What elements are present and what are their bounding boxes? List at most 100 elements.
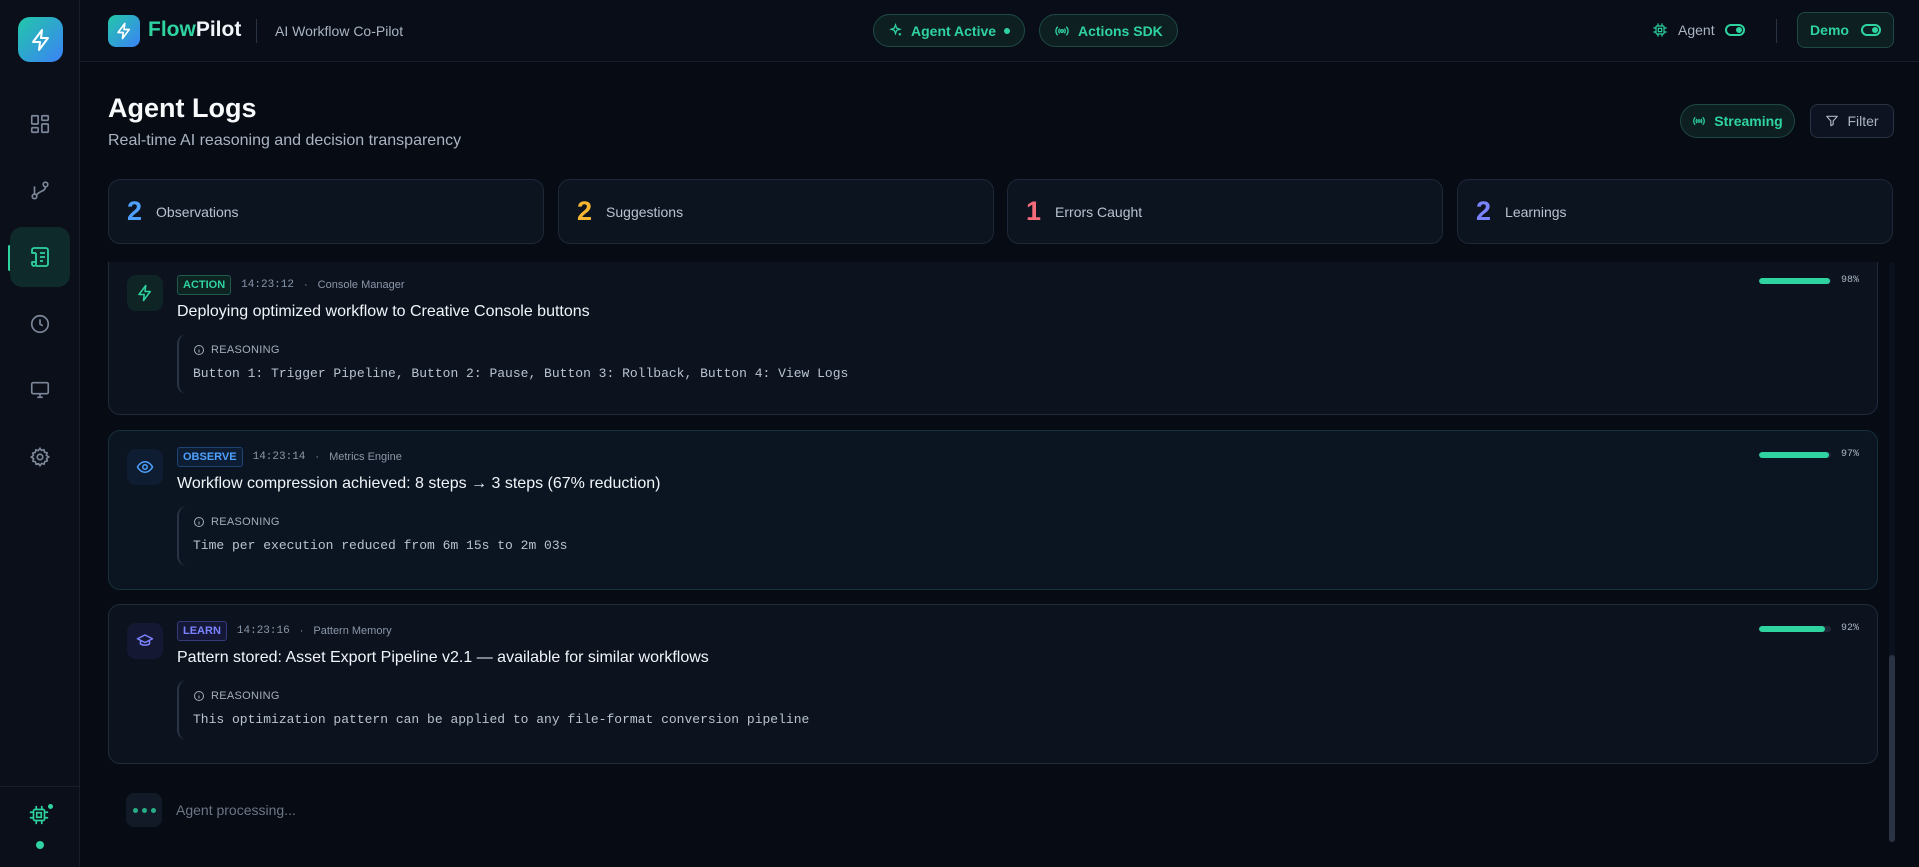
typing-dots-icon (126, 793, 162, 827)
confidence-value: 92% (1840, 623, 1859, 634)
stat-card-learnings[interactable]: 2 Learnings (1457, 179, 1893, 244)
streaming-label: Streaming (1714, 113, 1783, 129)
broadcast-icon (1693, 116, 1706, 126)
confidence-fill (1758, 625, 1826, 632)
filter-button[interactable]: Filter (1810, 104, 1894, 138)
sidebar (0, 0, 80, 867)
log-source: Console Manager (317, 279, 405, 291)
agent-active-pill[interactable]: Agent Active (873, 14, 1026, 47)
header-divider (1776, 19, 1777, 43)
reasoning-block: REASONING Button 1: Trigger Pipeline, Bu… (177, 334, 1827, 394)
log-icon-box (127, 275, 163, 311)
confidence-meter: 98% (1758, 275, 1859, 286)
info-icon (194, 345, 204, 355)
stat-card-suggestions[interactable]: 2 Suggestions (558, 179, 994, 244)
sidebar-item-settings[interactable] (10, 427, 70, 487)
sidebar-item-history[interactable] (10, 294, 70, 354)
agent-toggle[interactable]: Agent (1652, 22, 1745, 38)
stat-label: Errors Caught (1055, 203, 1143, 220)
lightning-icon (117, 22, 131, 40)
stat-count: 2 (1476, 196, 1492, 226)
lightning-icon (138, 284, 151, 302)
gear-icon (29, 446, 51, 468)
brand-logo[interactable] (108, 15, 140, 47)
monitor-icon (30, 381, 50, 399)
log-time: 14:23:14 (252, 451, 306, 463)
stat-label: Observations (156, 203, 239, 220)
log-entry-action[interactable]: ACTION 14:23:12 · Console Manager 98% De… (108, 262, 1878, 415)
confidence-value: 97% (1840, 449, 1859, 460)
cpu-chip-icon (1653, 23, 1667, 37)
demo-toggle-button[interactable]: Demo (1797, 12, 1894, 48)
reasoning-header: REASONING (193, 516, 280, 528)
reasoning-label: REASONING (211, 344, 280, 356)
log-meta: OBSERVE 14:23:14 · Metrics Engine (177, 447, 402, 467)
actions-sdk-pill[interactable]: Actions SDK (1039, 14, 1178, 47)
app-logo[interactable] (18, 17, 63, 62)
online-status-dot (36, 841, 44, 849)
agent-active-dot (1004, 27, 1011, 34)
stat-card-observations[interactable]: 2 Observations (108, 179, 544, 244)
demo-label: Demo (1810, 22, 1849, 38)
toggle-switch-icon (1860, 24, 1881, 36)
sidebar-item-dashboard[interactable] (10, 94, 70, 154)
log-title: Workflow compression achieved: 8 steps →… (177, 475, 661, 492)
sidebar-item-console[interactable] (10, 360, 70, 420)
log-meta: LEARN 14:23:16 · Pattern Memory (177, 621, 392, 641)
reasoning-header: REASONING (193, 344, 280, 356)
info-icon (194, 517, 204, 527)
log-icon-box (127, 449, 163, 485)
confidence-fill (1758, 277, 1830, 284)
info-icon (194, 691, 204, 701)
top-header: FlowPilot AI Workflow Co-Pilot Agent Act… (80, 0, 1919, 62)
log-source: Metrics Engine (329, 451, 402, 463)
reasoning-label: REASONING (211, 690, 280, 702)
sidebar-item-workflows[interactable] (10, 160, 70, 220)
meta-separator: · (299, 625, 304, 637)
log-scrollbar[interactable] (1889, 262, 1895, 842)
sidebar-divider (0, 786, 80, 787)
reasoning-label: REASONING (211, 516, 280, 528)
reasoning-text: Button 1: Trigger Pipeline, Button 2: Pa… (193, 366, 849, 381)
confidence-value: 98% (1840, 275, 1859, 286)
processing-label: Agent processing... (176, 802, 296, 818)
log-entry-learn[interactable]: LEARN 14:23:16 · Pattern Memory 92% Patt… (108, 604, 1878, 764)
actions-sdk-label: Actions SDK (1078, 22, 1163, 39)
reasoning-text: This optimization pattern can be applied… (193, 712, 810, 727)
page-title: Agent Logs (108, 93, 257, 123)
agent-toggle-label: Agent (1678, 22, 1715, 38)
meta-separator: · (315, 451, 320, 463)
log-title: Deploying optimized workflow to Creative… (177, 303, 590, 320)
log-meta: ACTION 14:23:12 · Console Manager (177, 275, 405, 295)
eye-icon (136, 460, 154, 474)
git-branch-icon (31, 181, 49, 200)
lightning-icon (31, 28, 49, 51)
brand-subtitle: AI Workflow Co-Pilot (275, 23, 404, 39)
agent-processing-indicator: Agent processing... (126, 793, 296, 827)
graduation-cap-icon (136, 634, 154, 646)
log-source: Pattern Memory (313, 625, 392, 637)
meta-separator: · (303, 279, 308, 291)
broadcast-icon (1055, 25, 1069, 36)
log-list[interactable]: ACTION 14:23:12 · Console Manager 98% De… (108, 262, 1878, 867)
confidence-bar (1758, 625, 1831, 632)
sidebar-item-agent-logs[interactable] (10, 227, 70, 287)
clock-icon (30, 314, 50, 334)
toggle-switch-icon[interactable] (1724, 24, 1745, 36)
log-type-badge: LEARN (177, 621, 227, 641)
sparkle-icon (889, 23, 902, 36)
log-title: Pattern stored: Asset Export Pipeline v2… (177, 649, 709, 666)
filter-funnel-icon (1826, 115, 1839, 127)
log-icon-box (127, 623, 163, 659)
stat-card-errors[interactable]: 1 Errors Caught (1007, 179, 1443, 244)
stat-count: 2 (127, 196, 143, 226)
stat-label: Learnings (1505, 203, 1567, 220)
agent-status-badge (46, 802, 55, 811)
streaming-button[interactable]: Streaming (1680, 104, 1795, 138)
agent-active-label: Agent Active (911, 22, 997, 39)
confidence-meter: 97% (1758, 449, 1859, 460)
filter-label: Filter (1847, 113, 1879, 129)
scrollbar-thumb[interactable] (1889, 655, 1895, 842)
confidence-bar (1758, 451, 1831, 458)
log-entry-observe[interactable]: OBSERVE 14:23:14 · Metrics Engine 97% Wo… (108, 430, 1878, 590)
